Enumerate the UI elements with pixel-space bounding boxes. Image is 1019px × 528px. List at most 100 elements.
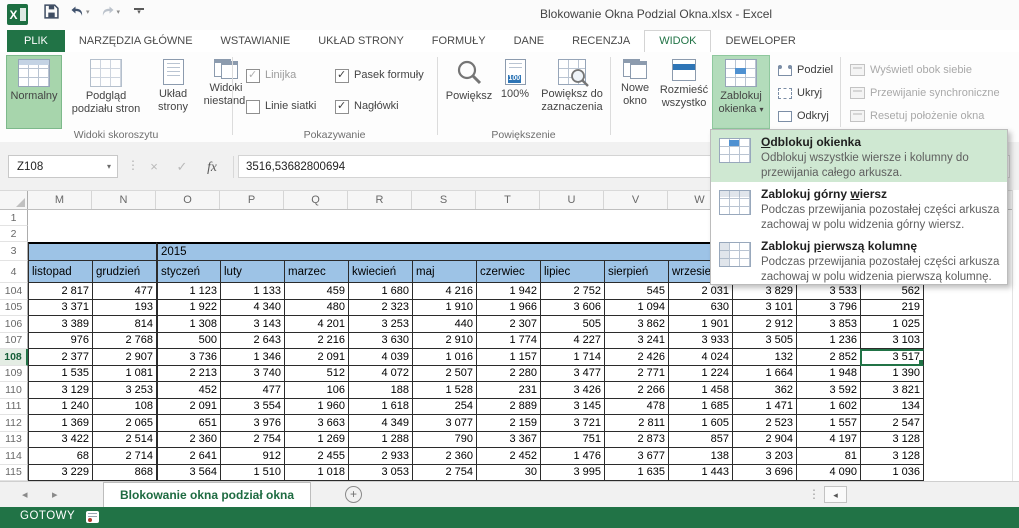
cell[interactable]: 751 [540,432,604,449]
cell[interactable]: 1 528 [412,382,476,399]
cell[interactable]: 4 072 [348,366,412,383]
cell[interactable]: 1 714 [540,349,604,366]
cell[interactable]: 3 128 [860,432,924,449]
row-header-105[interactable]: 105 [0,300,28,317]
cell[interactable]: 2 159 [476,415,540,432]
zoom-100-button[interactable]: 100 100% [497,55,533,129]
column-header-p[interactable]: P [220,191,284,209]
tab-plik[interactable]: PLIK [7,30,65,52]
menu-item-freeze-first-column[interactable]: Zablokuj pierwszą kolumnęPodczas przewij… [711,234,1007,286]
save-button[interactable] [44,4,59,19]
arrange-all-button[interactable]: Rozmieść wszystko [658,55,710,129]
menu-item-freeze-top-row[interactable]: Zablokuj górny wierszPodczas przewijania… [711,182,1007,234]
cell[interactable]: 4 227 [540,333,604,350]
cell[interactable]: 1 123 [156,283,220,300]
row-header-107[interactable]: 107 [0,333,28,350]
cell[interactable]: 2 933 [348,448,412,465]
redo-dropdown-arrow[interactable]: ▾ [117,8,121,16]
cell[interactable]: 912 [220,448,284,465]
sheet-nav-left-icon[interactable]: ◂ [22,488,28,501]
cell[interactable]: 362 [732,382,796,399]
cell[interactable]: 1 369 [28,415,92,432]
page-break-preview-button[interactable]: Podgląd podziału stron [64,55,148,129]
checkbox-linie-siatki[interactable]: Linie siatki [246,100,316,114]
cell[interactable]: 545 [604,283,668,300]
cell[interactable]: 3 736 [156,349,220,366]
cell[interactable]: 630 [668,300,732,317]
zoom-to-selection-button[interactable]: Powiększ do zaznaczenia [535,55,609,129]
checkbox-naglowki[interactable]: Nagłówki [335,100,399,114]
column-header-t[interactable]: T [476,191,540,209]
cell[interactable]: 1 018 [284,465,348,482]
row-header-110[interactable]: 110 [0,382,28,399]
cell[interactable]: 1 458 [668,382,732,399]
cell[interactable]: 814 [92,316,156,333]
hide-button[interactable]: Ukryj [778,84,822,102]
cell[interactable]: 3 995 [540,465,604,482]
cell[interactable]: 2 426 [604,349,668,366]
month-header-cell[interactable]: styczeń [156,261,220,283]
cell[interactable]: 3 663 [284,415,348,432]
cell[interactable]: 2 307 [476,316,540,333]
row-header-3[interactable]: 3 [0,242,28,261]
tab-narz-dzia-g-wne[interactable]: NARZĘDZIA GŁÓWNE [65,30,207,52]
cell[interactable]: 188 [348,382,412,399]
cell[interactable]: 4 349 [348,415,412,432]
cell[interactable]: 2 889 [476,399,540,416]
cell[interactable]: 2 904 [732,432,796,449]
cell[interactable]: 452 [156,382,220,399]
cell[interactable]: 1 236 [796,333,860,350]
cell[interactable]: 2 547 [860,415,924,432]
cell[interactable]: 2 216 [284,333,348,350]
cell[interactable]: 3 677 [604,448,668,465]
column-header-o[interactable]: O [156,191,220,209]
cell[interactable]: 3 077 [412,415,476,432]
cell[interactable]: 3 606 [540,300,604,317]
cell[interactable]: 106 [284,382,348,399]
column-header-q[interactable]: Q [284,191,348,209]
macro-record-icon[interactable] [86,511,99,523]
cell[interactable]: 2 641 [156,448,220,465]
cell[interactable]: 231 [476,382,540,399]
cell[interactable]: 2 910 [412,333,476,350]
new-window-button[interactable]: Nowe okno [614,55,656,129]
cell[interactable]: 1 605 [668,415,732,432]
row-header-4[interactable]: 4 [0,261,28,283]
insert-function-icon[interactable]: fx [200,155,224,178]
cell[interactable]: 459 [284,283,348,300]
active-cell[interactable]: 3 517 [860,349,924,366]
row-header-112[interactable]: 112 [0,415,28,432]
cell[interactable]: 2 065 [92,415,156,432]
cell[interactable]: 3 371 [28,300,92,317]
cell[interactable]: 3 253 [348,316,412,333]
year-band-cell[interactable] [28,242,156,261]
cell[interactable]: 500 [156,333,220,350]
cancel-icon[interactable]: × [142,155,166,178]
cell[interactable]: 3 229 [28,465,92,482]
cell[interactable]: 2 771 [604,366,668,383]
cell[interactable]: 2 213 [156,366,220,383]
cell[interactable]: 4 039 [348,349,412,366]
cell[interactable]: 2 377 [28,349,92,366]
cell[interactable]: 1 224 [668,366,732,383]
cell[interactable]: 3 505 [732,333,796,350]
cell[interactable]: 3 592 [796,382,860,399]
cell[interactable]: 1 618 [348,399,412,416]
cell[interactable]: 2 754 [412,465,476,482]
month-header-cell[interactable]: czerwiec [476,261,540,283]
column-header-m[interactable]: M [28,191,92,209]
normal-view-button[interactable]: Normalny [6,55,62,129]
row-header-115[interactable]: 115 [0,465,28,482]
cell[interactable]: 440 [412,316,476,333]
tab-wstawianie[interactable]: WSTAWIANIE [207,30,305,52]
cell[interactable]: 4 201 [284,316,348,333]
cell[interactable]: 3 128 [860,448,924,465]
cell[interactable]: 1 602 [796,399,860,416]
cell[interactable]: 1 288 [348,432,412,449]
cell[interactable]: 1 443 [668,465,732,482]
month-header-cell[interactable]: lipiec [540,261,604,283]
cell[interactable]: 2 523 [732,415,796,432]
cell[interactable]: 1 016 [412,349,476,366]
cell[interactable]: 134 [860,399,924,416]
undo-button[interactable]: ▾ [69,5,90,19]
